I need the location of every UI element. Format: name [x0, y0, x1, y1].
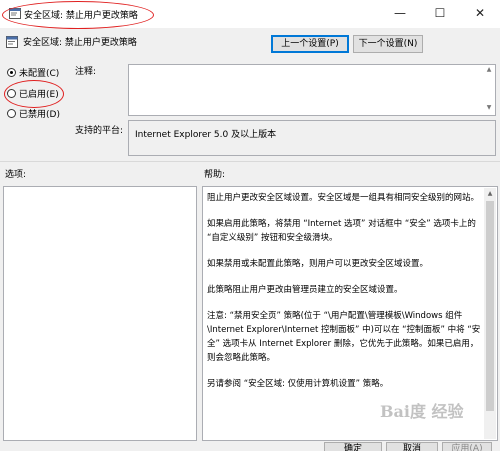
cancel-button[interactable]: 取消: [386, 442, 438, 451]
scroll-thumb[interactable]: [486, 201, 494, 411]
annotation-circle-enabled: [4, 80, 64, 108]
apply-button[interactable]: 应用(A): [442, 442, 492, 451]
scroll-up-icon[interactable]: ▲: [484, 66, 494, 76]
help-scrollbar[interactable]: ▲: [484, 188, 496, 439]
radio-label: 未配置(C): [19, 68, 60, 79]
close-button[interactable]: ✕: [460, 0, 500, 26]
radio-label: 已禁用(D): [19, 109, 60, 120]
ok-button[interactable]: 确定: [324, 442, 382, 451]
comment-label: 注释:: [75, 67, 97, 77]
next-setting-button[interactable]: 下一个设置(N): [353, 35, 423, 53]
help-paragraph: 如果禁用或未配置此策略，则用户可以更改安全区域设置。: [207, 259, 429, 269]
maximize-button[interactable]: ☐: [420, 0, 460, 26]
section-divider: [0, 161, 500, 162]
radio-disabled[interactable]: 已禁用(D): [7, 106, 60, 120]
platform-value: Internet Explorer 5.0 及以上版本: [135, 130, 277, 140]
scroll-down-icon[interactable]: ▼: [484, 104, 494, 114]
previous-setting-button[interactable]: 上一个设置(P): [271, 35, 349, 53]
radio-button[interactable]: [7, 67, 16, 77]
radio-button[interactable]: [7, 108, 16, 118]
help-label: 帮助:: [204, 170, 226, 180]
minimize-button[interactable]: —: [380, 0, 420, 26]
help-paragraph: 此策略阻止用户更改由管理员建立的安全区域设置。: [207, 285, 403, 295]
comment-textarea[interactable]: ▲ ▼: [128, 64, 496, 116]
help-paragraph: 注意: “禁用安全页” 策略(位于 “\用户配置\管理模板\Windows 组件…: [207, 311, 481, 363]
platform-field: Internet Explorer 5.0 及以上版本: [128, 120, 496, 156]
help-paragraph: 另请参阅 “安全区域: 仅使用计算机设置” 策略。: [207, 379, 389, 389]
help-text: 阻止用户更改安全区域设置。安全区域是一组具有相同安全级别的网站。 如果启用此策略…: [207, 191, 483, 403]
options-panel: [3, 186, 197, 441]
annotation-circle-title: [2, 1, 154, 29]
policy-setting-icon: [6, 36, 18, 48]
radio-not-configured[interactable]: 未配置(C): [7, 65, 59, 79]
help-paragraph: 阻止用户更改安全区域设置。安全区域是一组具有相同安全级别的网站。: [207, 193, 480, 203]
platform-label: 支持的平台:: [75, 126, 124, 136]
options-label: 选项:: [5, 170, 27, 180]
scroll-up-icon[interactable]: ▲: [484, 188, 496, 200]
help-paragraph: 如果启用此策略，将禁用 “Internet 选项” 对话框中 “安全” 选项卡上…: [207, 219, 476, 243]
baidu-watermark: Bai度 经验: [380, 402, 464, 421]
setting-title: 安全区域: 禁止用户更改策略: [23, 38, 137, 48]
